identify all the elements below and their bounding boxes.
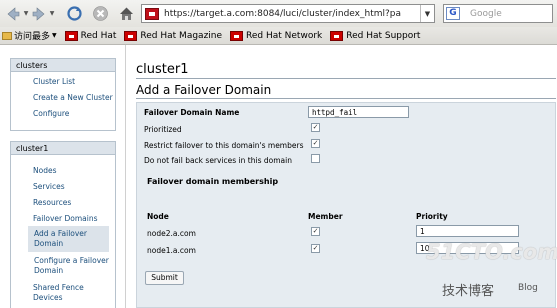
watermark-blog: Blog [518, 283, 538, 293]
chevron-down-icon: ▼ [52, 32, 57, 39]
section-divider [136, 98, 556, 99]
cluster1-header: cluster1 [11, 142, 115, 155]
sidebar-subitem-add-failover-domain[interactable]: Add a Failover Domain [28, 226, 109, 252]
domain-name-field[interactable]: httpd_fail [308, 106, 409, 118]
clusters-box: clusters Cluster List Create a New Clust… [10, 58, 116, 131]
back-arrow-icon [7, 6, 20, 21]
bookmarks-toolbar: 访问最多 ▼ Red Hat Red Hat Magazine Red Hat … [0, 27, 557, 45]
prioritized-checkbox[interactable]: ✓ [311, 123, 320, 132]
chevron-down-icon: ▼ [49, 10, 55, 17]
chevron-down-icon: ▼ [23, 10, 29, 17]
failover-domain-form: Failover Domain Name httpd_fail Prioriti… [136, 102, 556, 308]
check-icon: ✓ [312, 139, 319, 147]
redhat-icon [124, 30, 138, 41]
back-button[interactable] [5, 4, 21, 23]
watermark-logo: 51CTO.com [426, 240, 557, 264]
no-failback-label: Do not fail back services in this domain [144, 156, 292, 165]
cluster1-box: cluster1 Nodes Services Resources Failov… [10, 141, 116, 308]
home-icon [119, 7, 133, 20]
redhat-icon [64, 30, 78, 41]
node-name: node2.a.com [147, 229, 196, 238]
member-checkbox[interactable]: ✓ [311, 227, 320, 236]
sidebar-item-nodes[interactable]: Nodes [11, 166, 115, 175]
restrict-failover-label: Restrict failover to this domain's membe… [144, 141, 304, 150]
member-column-header: Member [308, 212, 343, 221]
clusters-header: clusters [11, 59, 115, 72]
reload-icon [66, 6, 82, 21]
redhat-icon [330, 30, 344, 41]
member-checkbox[interactable]: ✓ [311, 244, 320, 253]
node-column-header: Node [147, 212, 169, 221]
home-button[interactable] [117, 4, 135, 23]
membership-title: Failover domain membership [147, 177, 279, 186]
check-icon: ✓ [312, 123, 319, 131]
sidebar-subitem-configure-failover-domain[interactable]: Configure a Failover Domain [28, 253, 109, 279]
stop-icon [92, 6, 108, 21]
redhat-icon [230, 30, 244, 41]
check-icon: ✓ [312, 244, 319, 252]
forward-arrow-icon [32, 6, 45, 21]
bookmark-most-visited[interactable]: 访问最多 ▼ [2, 29, 57, 42]
reload-button[interactable] [65, 4, 83, 23]
bookmark-label: Red Hat [80, 30, 117, 41]
sidebar-item-services[interactable]: Services [11, 182, 115, 191]
priority-column-header: Priority [416, 212, 448, 221]
sidebar-item-resources[interactable]: Resources [11, 198, 115, 207]
sidebar-item-cluster-list[interactable]: Cluster List [11, 77, 115, 86]
bookmark-red-hat[interactable]: Red Hat [64, 30, 117, 41]
bookmark-label: Red Hat Magazine [140, 30, 223, 41]
google-engine-icon[interactable]: G [446, 7, 460, 20]
bookmark-red-hat-magazine[interactable]: Red Hat Magazine [124, 30, 223, 41]
bookmark-label: Red Hat Network [246, 30, 323, 41]
url-dropdown-icon[interactable]: ▼ [420, 5, 434, 22]
navigation-toolbar: ▼ ▼ https://target.a.com:8084/luci/clust… [0, 0, 557, 27]
main-content: cluster1 Add a Failover Domain Failover … [126, 45, 557, 308]
node-name: node1.a.com [147, 246, 196, 255]
no-failback-checkbox[interactable] [311, 154, 320, 163]
page-title: cluster1 [136, 62, 189, 77]
forward-history-dropdown[interactable]: ▼ [48, 4, 56, 23]
bookmark-red-hat-network[interactable]: Red Hat Network [230, 30, 323, 41]
forward-button[interactable] [31, 4, 47, 23]
bookmark-label: 访问最多 [14, 32, 51, 42]
stop-button[interactable] [91, 4, 109, 23]
section-title: Add a Failover Domain [136, 83, 272, 97]
prioritized-label: Prioritized [144, 125, 182, 134]
watermark-subtitle: 技术博客 [442, 284, 495, 299]
bookmark-label: Red Hat Support [346, 30, 421, 41]
sidebar-item-failover-domains[interactable]: Failover Domains [11, 214, 115, 223]
check-icon: ✓ [312, 227, 319, 235]
domain-name-label: Failover Domain Name [144, 108, 240, 117]
sidebar: clusters Cluster List Create a New Clust… [0, 45, 126, 308]
site-favicon [145, 7, 159, 20]
bookmark-red-hat-support[interactable]: Red Hat Support [330, 30, 421, 41]
priority-field[interactable]: 1 [416, 225, 519, 237]
back-history-dropdown[interactable]: ▼ [22, 4, 30, 23]
url-bar[interactable]: https://target.a.com:8084/luci/cluster/i… [141, 4, 435, 23]
title-divider [136, 78, 556, 79]
sidebar-item-create-cluster[interactable]: Create a New Cluster [11, 93, 115, 102]
url-text: https://target.a.com:8084/luci/cluster/i… [164, 8, 402, 19]
search-placeholder: Google [470, 8, 502, 19]
search-input[interactable]: G Google [443, 4, 553, 23]
folder-icon [2, 31, 12, 40]
submit-button[interactable]: Submit [145, 271, 184, 285]
restrict-failover-checkbox[interactable]: ✓ [311, 139, 320, 148]
sidebar-item-shared-fence-devices[interactable]: Shared Fence Devices [11, 283, 115, 303]
sidebar-item-configure[interactable]: Configure [11, 109, 115, 118]
